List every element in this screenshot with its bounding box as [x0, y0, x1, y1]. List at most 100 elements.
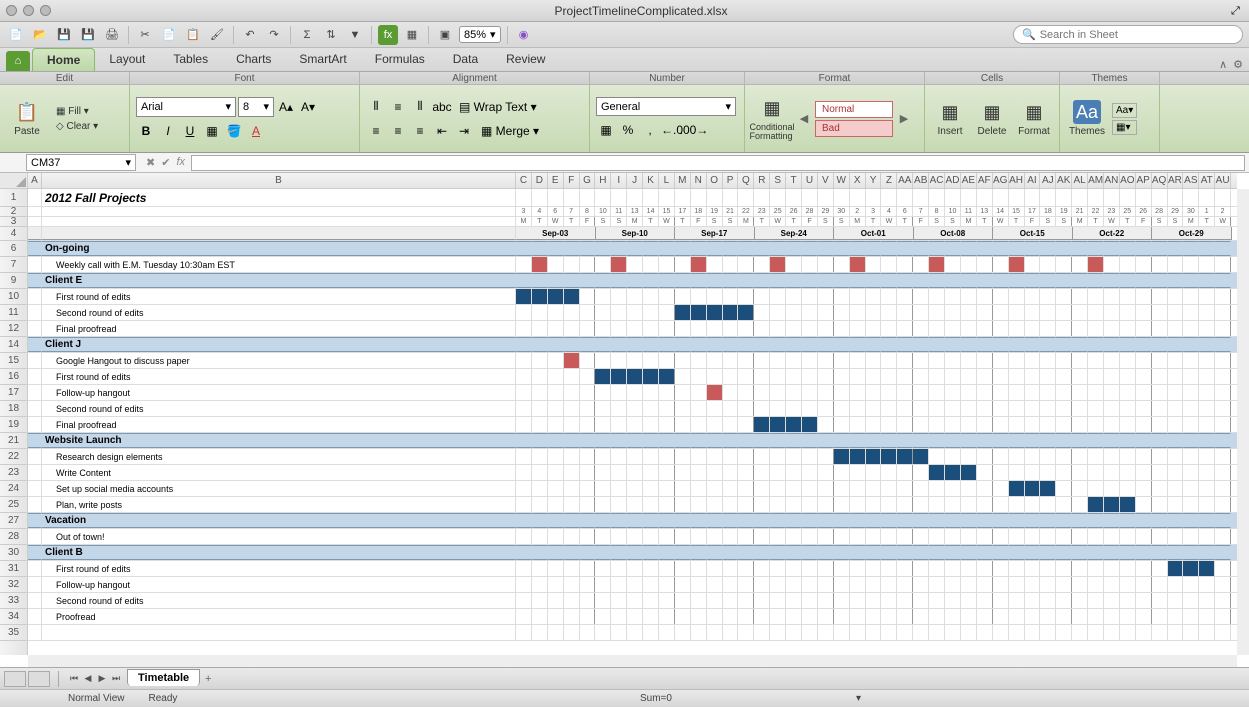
- cell[interactable]: [977, 609, 993, 624]
- cell[interactable]: [516, 353, 532, 368]
- cell[interactable]: [850, 545, 866, 560]
- cell[interactable]: [1136, 337, 1152, 352]
- cell[interactable]: [1136, 497, 1152, 512]
- cell[interactable]: [1183, 625, 1199, 640]
- cell[interactable]: [993, 513, 1009, 528]
- cell[interactable]: [548, 625, 564, 640]
- cell[interactable]: 26: [786, 207, 802, 216]
- cell[interactable]: [802, 321, 818, 336]
- cell[interactable]: [691, 289, 707, 304]
- cell[interactable]: [548, 401, 564, 416]
- style-normal[interactable]: Normal: [815, 101, 893, 118]
- cell[interactable]: [707, 189, 723, 206]
- cell[interactable]: [913, 401, 929, 416]
- cell[interactable]: [1215, 321, 1231, 336]
- cell[interactable]: [754, 353, 770, 368]
- col-header[interactable]: A: [28, 173, 42, 188]
- cell[interactable]: [564, 433, 580, 448]
- cell[interactable]: [786, 625, 802, 640]
- cell[interactable]: [691, 465, 707, 480]
- cell[interactable]: W: [1104, 217, 1120, 226]
- cell[interactable]: [564, 385, 580, 400]
- cell[interactable]: [897, 337, 913, 352]
- cell[interactable]: [977, 513, 993, 528]
- cell[interactable]: [977, 305, 993, 320]
- cell[interactable]: [691, 561, 707, 576]
- cell[interactable]: [1025, 189, 1041, 206]
- cell[interactable]: [1088, 481, 1104, 496]
- cell[interactable]: [754, 417, 770, 432]
- fx-icon[interactable]: fx: [378, 25, 398, 45]
- conditional-formatting-button[interactable]: ▦ConditionalFormatting: [751, 94, 793, 144]
- cell[interactable]: [1215, 481, 1231, 496]
- cell[interactable]: [738, 625, 754, 640]
- cell[interactable]: [580, 273, 596, 288]
- cell[interactable]: [516, 497, 532, 512]
- cell[interactable]: [28, 497, 42, 512]
- cell[interactable]: [643, 497, 659, 512]
- cell[interactable]: [850, 417, 866, 432]
- cell[interactable]: [707, 241, 723, 256]
- col-header[interactable]: T: [786, 173, 802, 188]
- cell[interactable]: 17: [675, 207, 691, 216]
- cell[interactable]: [818, 577, 834, 592]
- col-header[interactable]: D: [532, 173, 548, 188]
- name-box[interactable]: CM37▾: [26, 154, 136, 171]
- cell[interactable]: T: [675, 217, 691, 226]
- cell[interactable]: [1088, 593, 1104, 608]
- cell[interactable]: [1120, 241, 1136, 256]
- cell[interactable]: [643, 529, 659, 544]
- cell[interactable]: [786, 545, 802, 560]
- cell[interactable]: [977, 545, 993, 560]
- cell[interactable]: [580, 401, 596, 416]
- row-header[interactable]: 31: [0, 561, 27, 577]
- cell[interactable]: [1104, 513, 1120, 528]
- cell[interactable]: [516, 417, 532, 432]
- cell[interactable]: [1072, 353, 1088, 368]
- cell[interactable]: [945, 481, 961, 496]
- col-header[interactable]: AC: [929, 173, 945, 188]
- cell[interactable]: [1215, 593, 1231, 608]
- cell[interactable]: [659, 273, 675, 288]
- cell[interactable]: [866, 577, 882, 592]
- cell[interactable]: [532, 497, 548, 512]
- cell[interactable]: [977, 321, 993, 336]
- cell[interactable]: S: [818, 217, 834, 226]
- normal-view-icon[interactable]: [4, 671, 26, 687]
- cell[interactable]: [897, 513, 913, 528]
- col-header[interactable]: AF: [977, 173, 993, 188]
- cell[interactable]: Set up social media accounts: [42, 481, 516, 496]
- cell[interactable]: [738, 529, 754, 544]
- cell[interactable]: [802, 433, 818, 448]
- merge-button[interactable]: ▦ Merge ▾: [476, 121, 544, 141]
- cell[interactable]: [564, 545, 580, 560]
- cell[interactable]: [1104, 481, 1120, 496]
- cell[interactable]: [961, 273, 977, 288]
- cell[interactable]: [770, 593, 786, 608]
- cell[interactable]: [929, 577, 945, 592]
- cell[interactable]: [1215, 189, 1231, 206]
- cell[interactable]: [1104, 545, 1120, 560]
- cell[interactable]: [770, 529, 786, 544]
- cell[interactable]: [1215, 369, 1231, 384]
- cell[interactable]: [945, 305, 961, 320]
- cell[interactable]: [659, 609, 675, 624]
- cell[interactable]: [881, 449, 897, 464]
- cell[interactable]: [881, 593, 897, 608]
- cell[interactable]: [1168, 257, 1184, 272]
- cell[interactable]: [754, 529, 770, 544]
- cell[interactable]: [770, 625, 786, 640]
- cell[interactable]: [1152, 561, 1168, 576]
- cell[interactable]: [28, 321, 42, 336]
- cell[interactable]: [28, 529, 42, 544]
- cell[interactable]: [627, 369, 643, 384]
- cell[interactable]: [675, 433, 691, 448]
- cell[interactable]: [754, 337, 770, 352]
- cell[interactable]: [1040, 561, 1056, 576]
- cell[interactable]: [1183, 353, 1199, 368]
- cell[interactable]: [802, 369, 818, 384]
- cell[interactable]: [580, 385, 596, 400]
- cell[interactable]: [738, 433, 754, 448]
- cell[interactable]: [595, 465, 611, 480]
- cell[interactable]: [532, 289, 548, 304]
